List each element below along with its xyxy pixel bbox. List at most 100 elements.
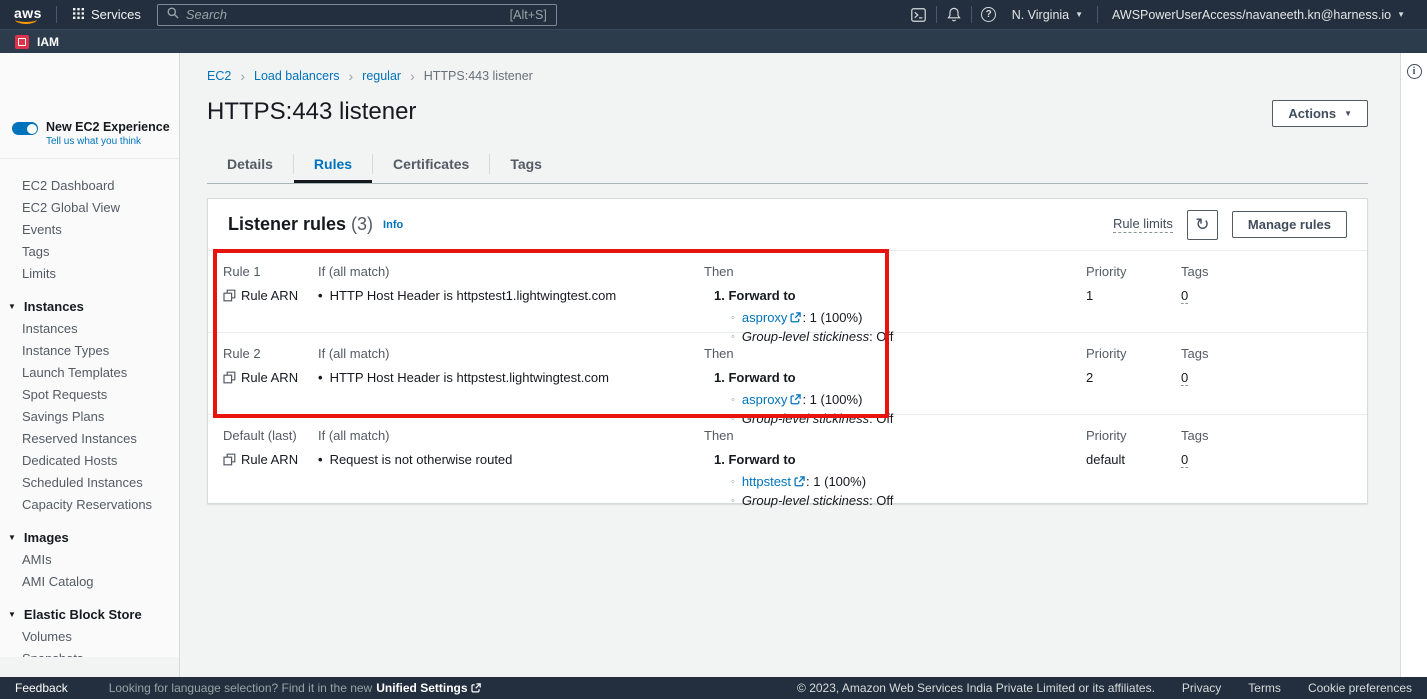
tell-us-link[interactable]: Tell us what you think: [46, 136, 170, 149]
tab-tags[interactable]: Tags: [490, 151, 562, 183]
sidebar-item-capacity-reservations[interactable]: Capacity Reservations: [0, 494, 179, 516]
chevron-right-icon: [410, 71, 415, 81]
sidebar-section-images[interactable]: Images: [0, 526, 179, 549]
sidebar-scroll-track: [0, 657, 179, 677]
breadcrumb-current: HTTPS:443 listener: [424, 69, 533, 83]
rule-tags-cell: Tags 0: [1181, 346, 1367, 430]
sidebar-section-elastic-block-store[interactable]: Elastic Block Store: [0, 603, 179, 626]
rule-tags-cell: Tags 0: [1181, 264, 1367, 348]
manage-rules-button[interactable]: Manage rules: [1232, 211, 1347, 238]
feedback-link[interactable]: Feedback: [15, 681, 68, 695]
refresh-icon: [1195, 215, 1209, 235]
tags-count-link[interactable]: 0: [1181, 370, 1188, 386]
rule-arn-copy[interactable]: Rule ARN: [223, 370, 318, 385]
target-group-link[interactable]: asproxy: [742, 392, 788, 407]
sidebar-item-reserved-instances[interactable]: Reserved Instances: [0, 428, 179, 450]
rule-name-cell: Rule 1 Rule ARN: [223, 264, 318, 348]
bullet-icon: •: [318, 452, 323, 467]
info-link[interactable]: Info: [383, 219, 403, 231]
tags-count-link[interactable]: 0: [1181, 452, 1188, 468]
rule-arn-copy[interactable]: Rule ARN: [223, 452, 318, 467]
new-experience-title: New EC2 Experience: [46, 120, 170, 136]
privacy-link[interactable]: Privacy: [1182, 681, 1221, 695]
target-group-link[interactable]: asproxy: [742, 310, 788, 325]
external-link-icon: [790, 394, 801, 405]
help-button[interactable]: [976, 4, 1002, 26]
sidebar-section-instances[interactable]: Instances: [0, 295, 179, 318]
chevron-down-icon: [1344, 109, 1352, 118]
rule-name-cell: Default (last) Rule ARN: [223, 428, 318, 512]
chevron-down-icon: [1397, 10, 1405, 19]
actions-button[interactable]: Actions: [1272, 100, 1368, 127]
region-selector[interactable]: N. Virginia: [1002, 8, 1093, 22]
new-experience-toggle[interactable]: [12, 122, 38, 135]
sidebar-item-instance-types[interactable]: Instance Types: [0, 340, 179, 362]
rule-arn-copy[interactable]: Rule ARN: [223, 288, 318, 303]
search-input[interactable]: [186, 7, 503, 22]
copy-icon: [223, 453, 236, 466]
circle-bullet-icon: [731, 495, 735, 507]
breadcrumb-load-balancers[interactable]: Load balancers: [254, 69, 339, 83]
services-label: Services: [91, 7, 141, 22]
bullet-icon: •: [318, 370, 323, 385]
sidebar-item-ec2-global-view[interactable]: EC2 Global View: [0, 197, 179, 219]
tab-bar: Details Rules Certificates Tags: [207, 151, 1368, 184]
sidebar-item-scheduled-instances[interactable]: Scheduled Instances: [0, 472, 179, 494]
info-icon[interactable]: [1407, 64, 1422, 79]
app-grid-icon: [73, 7, 84, 22]
rule-then-cell: Then 1. Forward to asproxy: [704, 264, 1086, 348]
footer-right: © 2023, Amazon Web Services India Privat…: [797, 681, 1412, 695]
rule-if-cell: If (all match) •HTTP Host Header is http…: [318, 346, 704, 430]
rules-list: Rule 1 Rule ARN If (all match) •HTTP Hos…: [208, 251, 1367, 503]
favorite-iam-link[interactable]: IAM: [37, 35, 59, 49]
account-label: AWSPowerUserAccess/navaneeth.kn@harness.…: [1112, 8, 1391, 22]
rule-name: Rule 1: [223, 264, 318, 279]
services-menu[interactable]: Services: [61, 0, 153, 29]
unified-settings-link[interactable]: Unified Settings: [376, 681, 480, 695]
account-menu[interactable]: AWSPowerUserAccess/navaneeth.kn@harness.…: [1102, 8, 1415, 22]
cookie-preferences-link[interactable]: Cookie preferences: [1308, 681, 1412, 695]
terms-link[interactable]: Terms: [1248, 681, 1281, 695]
tab-certificates[interactable]: Certificates: [373, 151, 489, 183]
sidebar-item-tags[interactable]: Tags: [0, 241, 179, 263]
sidebar-item-amis[interactable]: AMIs: [0, 549, 179, 571]
sidebar-item-savings-plans[interactable]: Savings Plans: [0, 406, 179, 428]
refresh-button[interactable]: [1187, 210, 1218, 240]
sidebar-item-ami-catalog[interactable]: AMI Catalog: [0, 571, 179, 593]
rule-row-1: Rule 1 Rule ARN If (all match) •HTTP Hos…: [208, 251, 1367, 333]
sidebar-item-ec2-dashboard[interactable]: EC2 Dashboard: [0, 175, 179, 197]
breadcrumb-regular[interactable]: regular: [362, 69, 401, 83]
circle-bullet-icon: [731, 476, 735, 488]
panel-title: Listener rules: [228, 214, 346, 235]
breadcrumb: EC2 Load balancers regular HTTPS:443 lis…: [207, 53, 1368, 83]
sidebar-item-instances[interactable]: Instances: [0, 318, 179, 340]
rule-limits-link[interactable]: Rule limits: [1113, 216, 1173, 233]
tab-rules[interactable]: Rules: [294, 151, 372, 183]
target-group-link[interactable]: httpstest: [742, 474, 791, 489]
external-link-icon: [471, 683, 481, 693]
cloudshell-button[interactable]: [906, 4, 932, 26]
copyright-text: © 2023, Amazon Web Services India Privat…: [797, 681, 1155, 695]
top-nav-right: N. Virginia AWSPowerUserAccess/navaneeth…: [906, 4, 1415, 26]
tags-count-link[interactable]: 0: [1181, 288, 1188, 304]
sidebar-item-volumes[interactable]: Volumes: [0, 626, 179, 648]
circle-bullet-icon: [731, 413, 735, 425]
global-search[interactable]: [Alt+S]: [157, 4, 557, 26]
sidebar-item-dedicated-hosts[interactable]: Dedicated Hosts: [0, 450, 179, 472]
circle-bullet-icon: [731, 331, 735, 343]
rule-count: (3): [351, 214, 373, 235]
rule-if-cell: If (all match) •Request is not otherwise…: [318, 428, 704, 512]
tab-details[interactable]: Details: [207, 151, 293, 183]
divider: [971, 6, 972, 23]
body: New EC2 Experience Tell us what you thin…: [0, 53, 1427, 677]
aws-logo[interactable]: aws: [12, 5, 52, 25]
sidebar-item-launch-templates[interactable]: Launch Templates: [0, 362, 179, 384]
iam-service-icon: [15, 35, 29, 49]
rule-tags-cell: Tags 0: [1181, 428, 1367, 512]
region-label: N. Virginia: [1012, 8, 1069, 22]
breadcrumb-ec2[interactable]: EC2: [207, 69, 231, 83]
notifications-bell-button[interactable]: [941, 4, 967, 26]
sidebar-item-events[interactable]: Events: [0, 219, 179, 241]
sidebar-item-spot-requests[interactable]: Spot Requests: [0, 384, 179, 406]
sidebar-item-limits[interactable]: Limits: [0, 263, 179, 285]
